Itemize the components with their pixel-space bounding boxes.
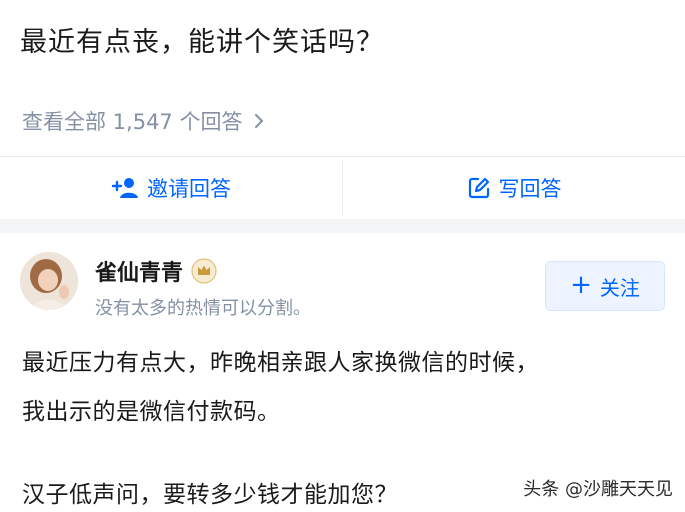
answer-page: 最近有点丧，能讲个笑话吗？ 查看全部 1,547 个回答 邀请回答 写回答 雀仙…	[0, 0, 685, 512]
watermark: 头条 @沙雕天天见	[523, 479, 673, 500]
section-separator	[0, 219, 685, 233]
answer-text-line: 最近压力有点大，昨晚相亲跟人家换微信的时候，	[22, 350, 539, 376]
question-title[interactable]: 最近有点丧，能讲个笑话吗？	[20, 20, 384, 59]
avatar-image	[20, 252, 78, 310]
question-actions: 邀请回答 写回答	[0, 157, 685, 219]
author-name-label: 雀仙青青	[95, 261, 184, 286]
view-all-answers-label: 查看全部 1,547 个回答	[22, 110, 243, 134]
plus-icon: +	[570, 270, 592, 300]
answer-text-line: 汉子低声问，要转多少钱才能加您？	[22, 482, 398, 508]
answer-text-line: 我出示的是微信付款码。	[22, 399, 281, 425]
author-name[interactable]: 雀仙青青	[95, 255, 217, 287]
chevron-right-icon	[255, 114, 264, 128]
edit-icon	[468, 177, 489, 199]
follow-label: 关注	[599, 275, 640, 300]
write-answer-label: 写回答	[498, 177, 562, 201]
avatar[interactable]	[20, 252, 78, 310]
invite-answer-button[interactable]: 邀请回答	[0, 157, 342, 219]
write-answer-button[interactable]: 写回答	[343, 157, 685, 219]
follow-button[interactable]: + 关注	[545, 261, 665, 311]
add-user-icon	[111, 178, 138, 198]
crown-badge-icon	[191, 258, 217, 284]
view-all-answers-link[interactable]: 查看全部 1,547 个回答	[22, 106, 268, 136]
invite-answer-label: 邀请回答	[147, 177, 231, 201]
author-bio: 没有太多的热情可以分割。	[95, 298, 311, 319]
